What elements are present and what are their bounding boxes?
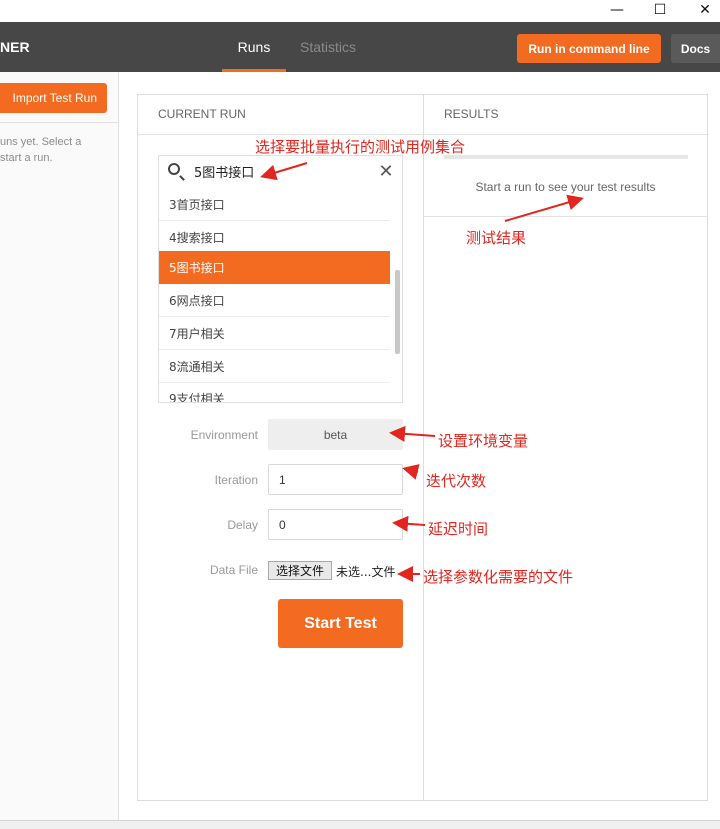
annotation-arrow-delay xyxy=(392,515,426,532)
annotation-data-file: 选择参数化需要的文件 xyxy=(423,568,574,586)
annotation-results: 测试结果 xyxy=(466,229,527,247)
annotation-environment: 设置环境变量 xyxy=(438,432,529,450)
annotation-collection: 选择要批量执行的测试用例集合 xyxy=(255,138,466,156)
annotation-iteration: 迭代次数 xyxy=(426,472,487,490)
annotation-arrows xyxy=(260,162,584,582)
annotation-delay: 延迟时间 xyxy=(428,520,489,538)
annotation-arrow-environment xyxy=(389,425,436,442)
annotation-arrow-results xyxy=(504,194,584,222)
annotation-arrow-collection xyxy=(260,162,308,181)
annotation-arrow-iteration xyxy=(402,464,420,480)
